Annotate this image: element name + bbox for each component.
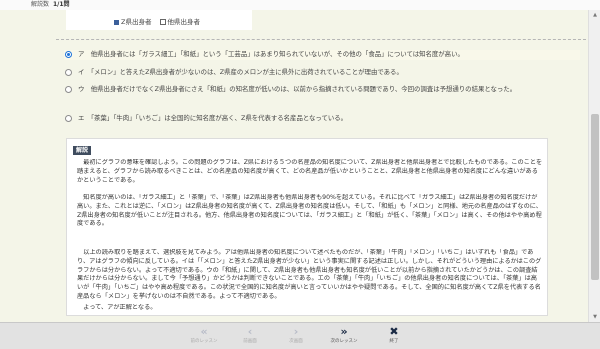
option-c-radio[interactable] <box>65 86 72 93</box>
option-b[interactable]: イ 「メロン」と答えたZ県出身者が少ないのは、Z県産のメロンが主に県外に出荷され… <box>64 68 580 78</box>
option-c-text: ウ 他県出身者だけでなくZ県出身者にさえ「和紙」の知名度が低いのは、以前から指摘… <box>78 85 517 93</box>
option-b-text: イ 「メロン」と答えたZ県出身者が少ないのは、Z県産のメロンが主に県外に出荷され… <box>78 68 403 76</box>
scroll-down-arrow-icon[interactable]: ▼ <box>589 312 600 322</box>
option-d-radio[interactable] <box>65 115 72 122</box>
next-lesson-button[interactable]: » 次のレッスン <box>316 326 372 348</box>
legend-item-z: Z県出身者 <box>114 18 151 26</box>
progress-label: 解説数 <box>31 1 50 8</box>
explanation-box: 解説 最初にグラフの意味を確認しよう。この問題のグラフは、Z県における５つの名産… <box>66 138 548 316</box>
chart-legend-card: Z県出身者 他県出身者 <box>66 10 252 30</box>
progress-count: 1/1問 <box>53 1 70 8</box>
legend-swatch-white <box>159 19 166 25</box>
explanation-paragraph-1: 最初にグラフの意味を確認しよう。この問題のグラフは、Z県における５つの名産品の知… <box>77 159 543 184</box>
option-a-text: ア 他県出身者には「ガラス細工」「和紙」という「工芸品」はあまり知られていないが… <box>78 50 464 58</box>
close-icon: ✖ <box>389 325 399 338</box>
legend-swatch-blue <box>114 19 119 25</box>
footer-nav-bar: « 前のレッスン ‹ 前画面 › 次画面 » 次のレッスン ✖ 終了 <box>0 322 600 349</box>
vertical-scrollbar[interactable]: ▲ ▼ <box>588 10 600 322</box>
option-c[interactable]: ウ 他県出身者だけでなくZ県出身者にさえ「和紙」の知名度が低いのは、以前から指摘… <box>64 85 580 105</box>
legend-item-other: 他県出身者 <box>159 18 201 26</box>
exit-label: 終了 <box>389 339 399 344</box>
scroll-up-arrow-icon[interactable]: ▲ <box>589 10 600 20</box>
explanation-conclusion: よって、アが正解となる。 <box>77 304 157 311</box>
divider <box>56 39 586 40</box>
next-lesson-label: 次のレッスン <box>330 339 358 344</box>
chart-legend: Z県出身者 他県出身者 <box>114 16 206 26</box>
explanation-badge: 解説 <box>73 146 92 155</box>
double-chevron-right-icon: » <box>340 325 348 338</box>
exit-button[interactable]: ✖ 終了 <box>366 326 422 348</box>
option-d[interactable]: エ 「茶葉」「牛肉」「いちご」は全国的に知名度が高く、Z県を代表する名産品となっ… <box>64 114 580 124</box>
legend-label-z: Z県出身者 <box>121 18 152 26</box>
explanation-paragraph-2: 知名度が高いのは、「ガラス細工」と「茶葉」で、「茶葉」はZ県出身者も他県出身者も… <box>77 194 542 228</box>
legend-label-other: 他県出身者 <box>167 18 201 26</box>
option-a-radio[interactable] <box>65 51 72 58</box>
option-b-radio[interactable] <box>65 69 72 76</box>
explanation-paragraph-3: 以上の読み取りを踏まえて、選択肢を見てみよう。アは他県出身者の知名度について述べ… <box>77 249 542 300</box>
scrollbar-thumb[interactable] <box>591 114 599 280</box>
option-a[interactable]: ア 他県出身者には「ガラス細工」「和紙」という「工芸品」はあまり知られていないが… <box>64 50 580 60</box>
option-d-text: エ 「茶葉」「牛肉」「いちご」は全国的に知名度が高く、Z県を代表する名産品となっ… <box>78 114 348 122</box>
content-area: Z県出身者 他県出身者 ア 他県出身者には「ガラス細工」「和紙」という「工芸品」… <box>0 10 588 322</box>
